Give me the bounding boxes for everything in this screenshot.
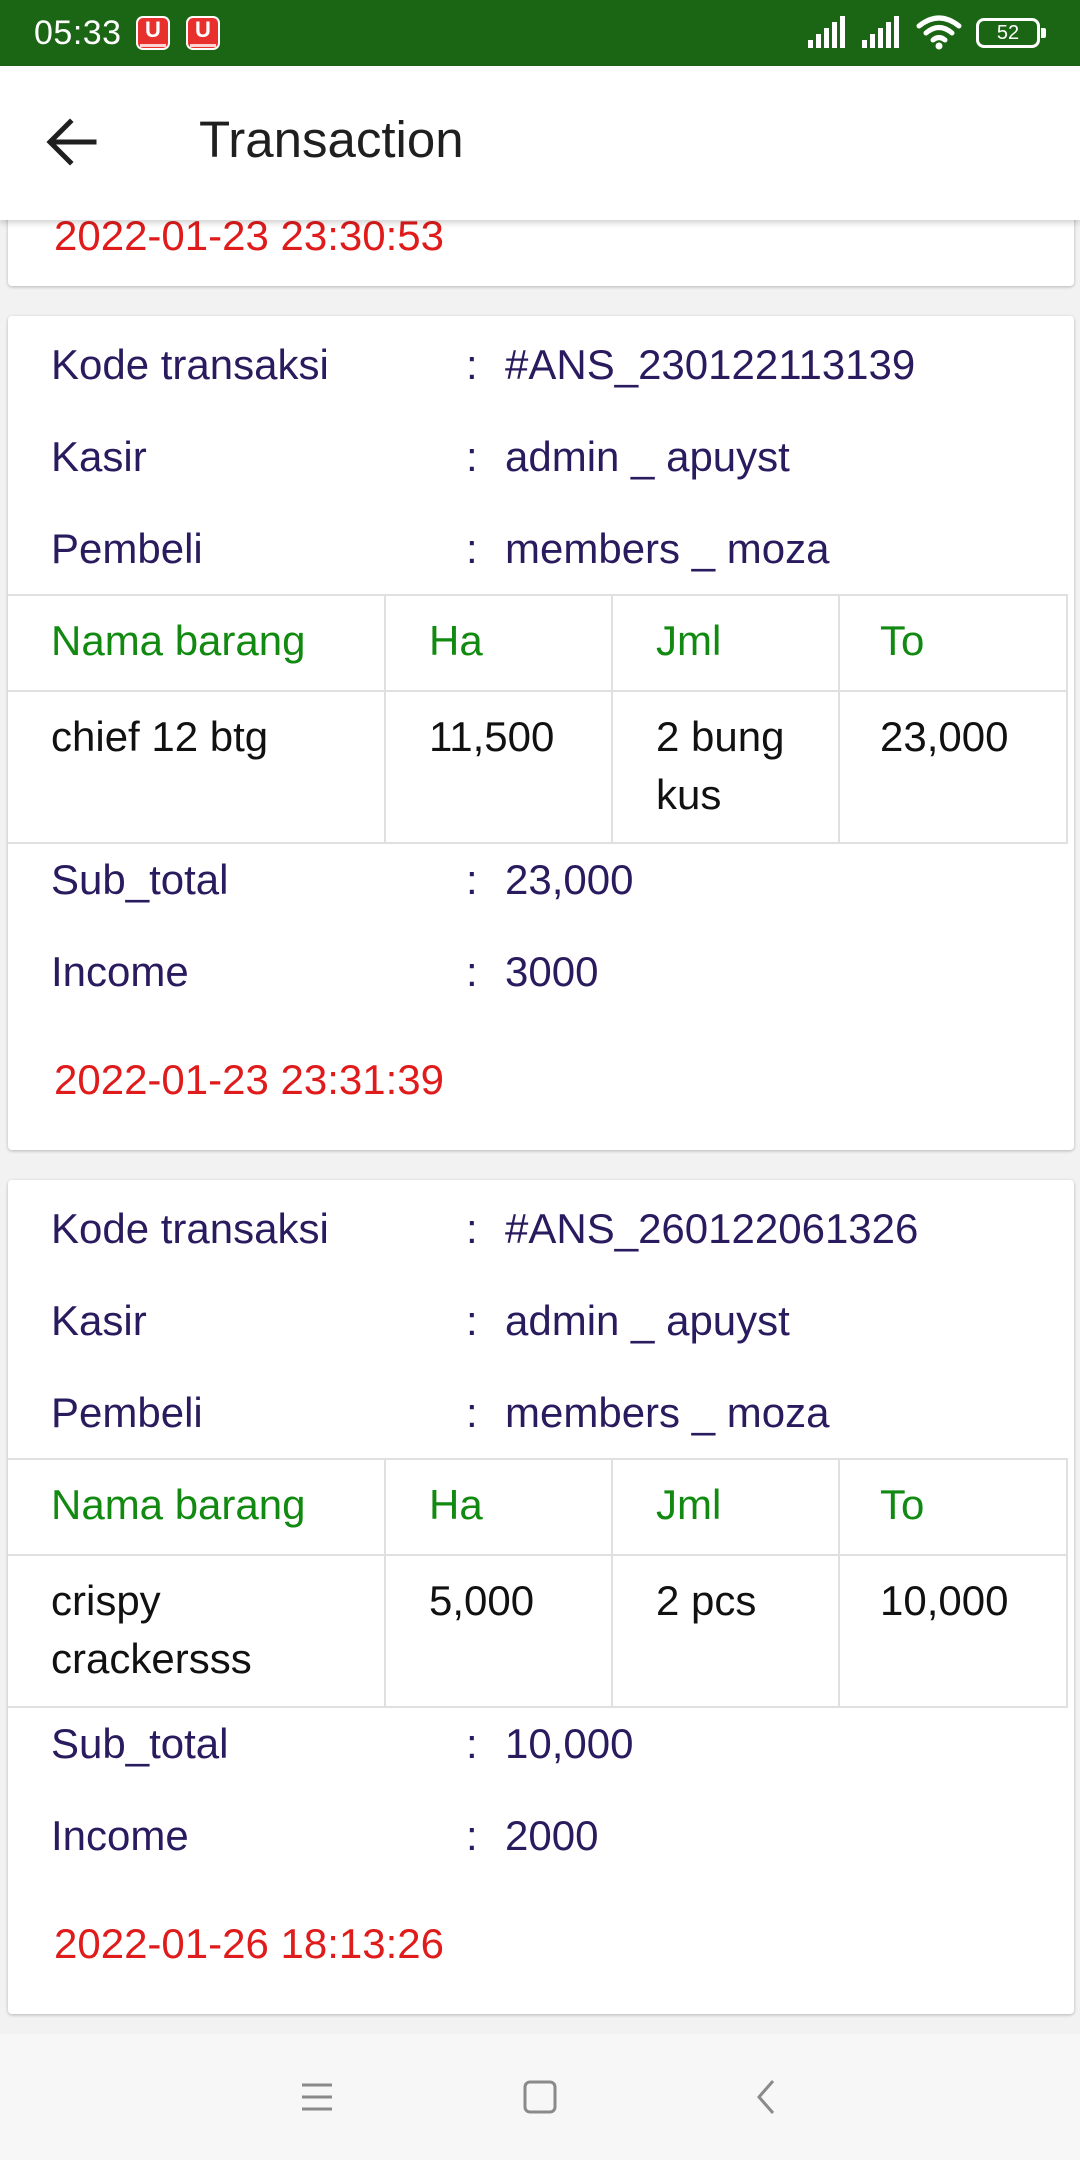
signal-icon: [862, 16, 899, 48]
kode-transaksi-value: #ANS_230122113139: [505, 341, 916, 388]
kode-transaksi-label: Kode transaksi: [51, 341, 329, 388]
income-label: Income: [51, 1812, 189, 1859]
income-label: Income: [51, 948, 189, 995]
kasir-value: admin _ apuyst: [505, 1297, 790, 1344]
table-header-row: Nama barang Ha Jml To: [8, 596, 1068, 692]
home-square-icon[interactable]: [508, 2065, 572, 2129]
cell-harga: 5,000: [386, 1556, 613, 1706]
items-table: Nama barang Ha Jml To crispy crackersss …: [8, 1458, 1068, 1708]
page-title: Transaction: [199, 111, 464, 168]
header-total: To: [840, 1460, 1068, 1554]
separator: :: [466, 1205, 478, 1252]
kode-transaksi-row: Kode transaksi : #ANS_260122061326: [8, 1199, 1074, 1259]
shopping-app-notification-icon: U: [136, 16, 170, 50]
income-row: Income : 3000: [8, 942, 1074, 1002]
signal-icon: [808, 16, 845, 48]
table-header-row: Nama barang Ha Jml To: [8, 1460, 1068, 1556]
pembeli-value: members _ moza: [505, 1389, 830, 1436]
transaction-card: 2022-01-23 23:30:53: [8, 220, 1074, 286]
back-arrow-icon[interactable]: [30, 100, 114, 184]
shopping-app-notification-icon: U: [186, 16, 220, 50]
separator: :: [466, 856, 478, 903]
kasir-label: Kasir: [51, 1297, 147, 1344]
kasir-row: Kasir : admin _ apuyst: [8, 1291, 1074, 1351]
separator: :: [466, 341, 478, 388]
table-row: chief 12 btg 11,500 2 bung kus 23,000: [8, 692, 1068, 844]
sub-total-value: 23,000: [505, 856, 634, 903]
navigation-bar: [0, 2034, 1080, 2160]
separator: :: [466, 433, 478, 480]
header-nama-barang: Nama barang: [8, 1460, 386, 1554]
transaction-card: Kode transaksi : #ANS_260122061326 Kasir…: [8, 1180, 1074, 2014]
header-total: To: [840, 596, 1068, 690]
separator: :: [466, 1389, 478, 1436]
sub-total-label: Sub_total: [51, 856, 229, 903]
header-harga: Ha: [386, 596, 613, 690]
kode-transaksi-label: Kode transaksi: [51, 1205, 329, 1252]
transaction-timestamp: 2022-01-23 23:31:39: [54, 1056, 444, 1103]
menu-icon[interactable]: [285, 2065, 349, 2129]
table-row: crispy crackersss 5,000 2 pcs 10,000: [8, 1556, 1068, 1708]
sub-total-value: 10,000: [505, 1720, 634, 1767]
header-jumlah: Jml: [613, 596, 840, 690]
app-bar: Transaction: [0, 66, 1080, 220]
sub-total-row: Sub_total : 23,000: [8, 850, 1074, 910]
pembeli-row: Pembeli : members _ moza: [8, 519, 1074, 579]
separator: :: [466, 1720, 478, 1767]
header-nama-barang: Nama barang: [8, 596, 386, 690]
transaction-card: Kode transaksi : #ANS_230122113139 Kasir…: [8, 316, 1074, 1150]
kasir-label: Kasir: [51, 433, 147, 480]
income-value: 2000: [505, 1812, 599, 1859]
cell-jumlah: 2 pcs: [613, 1556, 840, 1706]
cell-nama-barang: chief 12 btg: [8, 692, 386, 842]
wifi-icon: [916, 15, 962, 50]
separator: :: [466, 1812, 478, 1859]
pembeli-value: members _ moza: [505, 525, 830, 572]
pembeli-row: Pembeli : members _ moza: [8, 1383, 1074, 1443]
income-row: Income : 2000: [8, 1806, 1074, 1866]
kode-transaksi-value: #ANS_260122061326: [505, 1205, 919, 1252]
cell-total: 10,000: [840, 1556, 1068, 1706]
items-table: Nama barang Ha Jml To chief 12 btg 11,50…: [8, 594, 1068, 844]
header-jumlah: Jml: [613, 1460, 840, 1554]
separator: :: [466, 525, 478, 572]
pembeli-label: Pembeli: [51, 1389, 203, 1436]
separator: :: [466, 1297, 478, 1344]
kode-transaksi-row: Kode transaksi : #ANS_230122113139: [8, 335, 1074, 395]
cell-nama-barang: crispy crackersss: [8, 1556, 386, 1706]
status-time: 05:33: [34, 14, 122, 52]
back-chevron-icon[interactable]: [735, 2065, 799, 2129]
sub-total-label: Sub_total: [51, 1720, 229, 1767]
kasir-row: Kasir : admin _ apuyst: [8, 427, 1074, 487]
pembeli-label: Pembeli: [51, 525, 203, 572]
transaction-list[interactable]: 2022-01-23 23:30:53 Kode transaksi : #AN…: [0, 220, 1080, 2034]
cell-jumlah: 2 bung kus: [613, 692, 840, 842]
transaction-timestamp: 2022-01-26 18:13:26: [54, 1920, 444, 1967]
status-bar: 05:33 U U 52: [0, 0, 1080, 66]
kasir-value: admin _ apuyst: [505, 433, 790, 480]
cell-harga: 11,500: [386, 692, 613, 842]
header-harga: Ha: [386, 1460, 613, 1554]
battery-icon: 52: [976, 18, 1046, 48]
separator: :: [466, 948, 478, 995]
income-value: 3000: [505, 948, 599, 995]
sub-total-row: Sub_total : 10,000: [8, 1714, 1074, 1774]
cell-total: 23,000: [840, 692, 1068, 842]
transaction-timestamp: 2022-01-23 23:30:53: [54, 220, 444, 259]
